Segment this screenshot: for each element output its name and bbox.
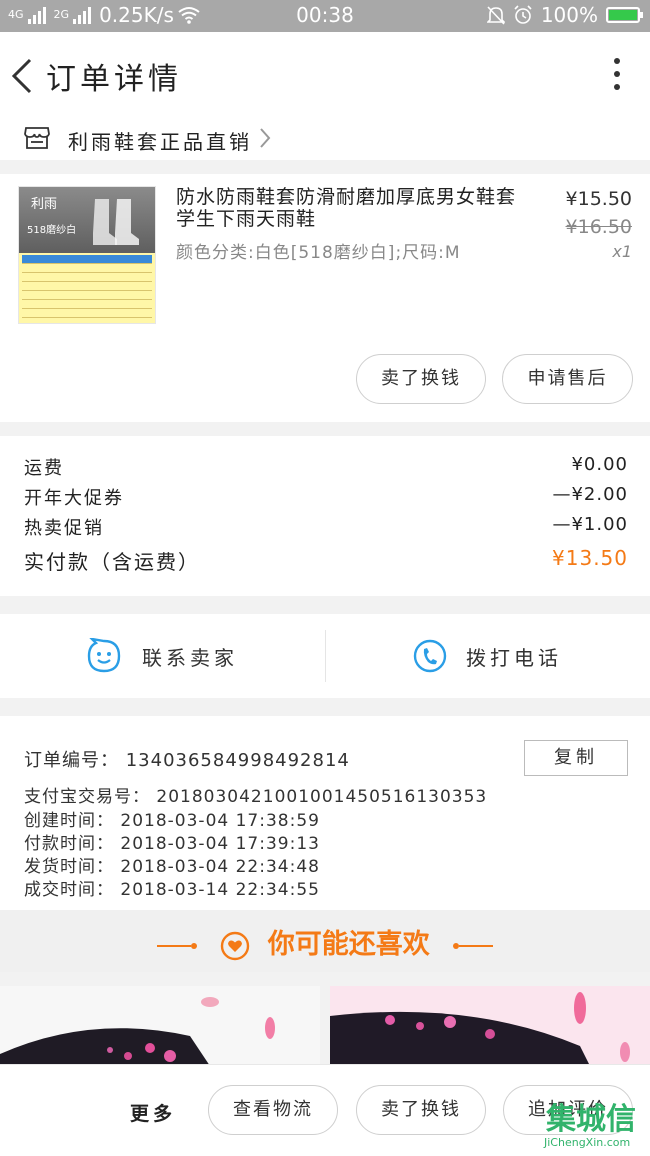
title-bar: 订单详情 [0, 32, 650, 120]
sell-button-bottom[interactable]: 卖了换钱 [356, 1085, 486, 1135]
back-arrow-icon[interactable] [6, 52, 36, 100]
total-label: 实付款（含运费） [24, 550, 200, 574]
fee-label: 热卖促销 [24, 518, 104, 539]
view-logistics-button[interactable]: 查看物流 [208, 1085, 338, 1135]
recommend-item[interactable] [330, 986, 650, 1066]
created-time: 创建时间： 2018-03-04 17:38:59 [24, 811, 320, 831]
paid-time: 付款时间： 2018-03-04 17:39:13 [24, 834, 320, 854]
fee-row-total: 实付款（含运费） ¥13.50 [24, 546, 628, 575]
thumbnail-brand: 利雨 [31, 197, 58, 212]
fee-value: —¥2.00 [552, 484, 628, 505]
contact-bar: 联系卖家 拨打电话 [0, 614, 650, 698]
shop-row[interactable]: 利雨鞋套正品直销 [0, 120, 650, 160]
battery-icon [606, 7, 643, 23]
product-price: ¥15.50 [565, 188, 632, 210]
recommend-title: 你可能还喜欢 [267, 929, 430, 960]
decor-line-left [156, 944, 191, 947]
call-phone-label: 拨打电话 [466, 646, 562, 670]
product-spec: 颜色分类:白色[518磨纱白];尺码:M [176, 243, 461, 263]
bottom-action-bar: 更多 查看物流 卖了换钱 追加评价 集城信 JiChengXin.com [0, 1064, 650, 1156]
alarm-icon [514, 5, 532, 24]
decor-line-right [459, 944, 494, 947]
contact-seller-button[interactable]: 联系卖家 [0, 614, 325, 698]
more-button[interactable]: 更多 [130, 1099, 176, 1126]
product-thumbnail[interactable]: 利雨 518磨纱白 [18, 186, 156, 324]
product-original-price: ¥16.50 [565, 216, 632, 238]
copy-button[interactable]: 复制 [524, 740, 628, 776]
product-title[interactable]: 防水防雨鞋套防滑耐磨加厚底男女鞋套学生下雨天雨鞋 [176, 186, 526, 230]
shoe-cover-image [93, 199, 139, 245]
product-quantity: x1 [612, 242, 632, 261]
thumbnail-subtitle: 518磨纱白 [27, 225, 77, 236]
total-value: ¥13.50 [552, 546, 628, 570]
product-card: 利雨 518磨纱白 防水防雨鞋套防滑耐磨加厚底男女鞋套学生下雨天雨鞋 颜色分类:… [0, 174, 650, 422]
after-sale-button[interactable]: 申请售后 [502, 354, 633, 404]
watermark-logo: 集城信 JiChengXin.com [524, 1090, 650, 1156]
page-title: 订单详情 [46, 62, 182, 97]
sell-button[interactable]: 卖了换钱 [356, 354, 486, 404]
mute-bell-icon [486, 6, 505, 25]
fee-label: 运费 [24, 458, 64, 479]
recommend-item[interactable] [0, 986, 320, 1066]
decor-dot [190, 942, 197, 949]
status-bar: 4G 2G 0.25K/s 00:38 100% [0, 0, 650, 32]
watermark-text: 集城信 [546, 1102, 636, 1137]
recommend-header: 你可能还喜欢 [0, 910, 650, 972]
chat-bubble-icon [87, 638, 121, 673]
fee-summary: 运费 ¥0.00 开年大促券 —¥2.00 热卖促销 —¥1.00 实付款（含运… [0, 436, 650, 596]
order-number: 订单编号： 134036584998492814 [24, 750, 350, 771]
fee-value: —¥1.00 [552, 514, 628, 535]
call-phone-button[interactable]: 拨打电话 [326, 614, 650, 698]
phone-icon [413, 639, 447, 673]
heart-icon [221, 931, 250, 960]
recommend-list [0, 986, 650, 1066]
umbrella-image [330, 986, 650, 1066]
store-icon [24, 127, 50, 149]
chevron-right-icon [260, 128, 271, 148]
fee-label: 开年大促券 [24, 488, 124, 509]
more-options-icon[interactable] [614, 58, 622, 97]
completed-time: 成交时间： 2018-03-14 22:34:55 [24, 880, 320, 900]
fee-row-coupon: 开年大促券 —¥2.00 [24, 484, 628, 510]
fee-value: ¥0.00 [571, 454, 628, 475]
fee-row-shipping: 运费 ¥0.00 [24, 454, 628, 480]
battery-percent: 100% [540, 3, 598, 27]
alipay-transaction-number: 支付宝交易号： 2018030421001001450516130353 [24, 787, 488, 807]
umbrella-image [0, 997, 275, 1066]
size-table-image [19, 253, 155, 323]
order-info: 订单编号： 134036584998492814 复制 支付宝交易号： 2018… [0, 716, 650, 910]
fee-row-promotion: 热卖促销 —¥1.00 [24, 514, 628, 540]
shipped-time: 发货时间： 2018-03-04 22:34:48 [24, 857, 320, 877]
contact-seller-label: 联系卖家 [142, 646, 238, 670]
shop-name: 利雨鞋套正品直销 [68, 130, 252, 154]
watermark-url: JiChengXin.com [544, 1136, 631, 1149]
